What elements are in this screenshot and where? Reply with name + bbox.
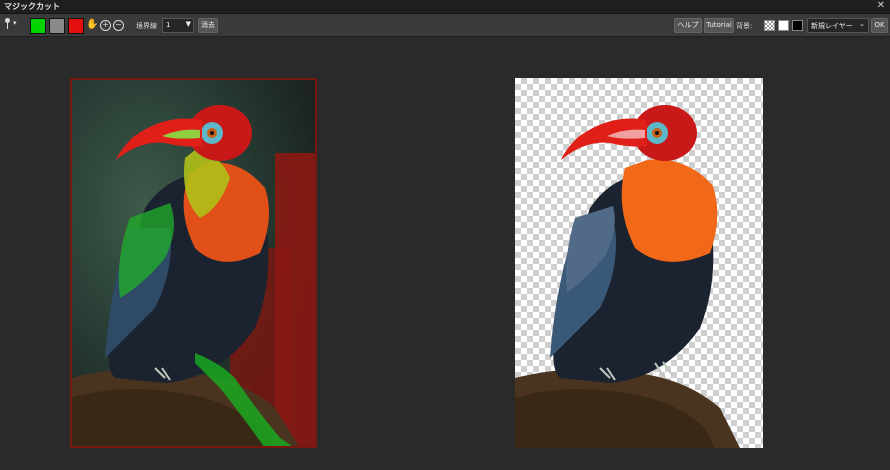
brush-tool-button[interactable]: ▾ (3, 17, 23, 33)
brush-width-select[interactable]: 1 ▼ (162, 18, 194, 33)
title-bar: マジックカット ✕ (0, 0, 890, 14)
background-white-swatch[interactable] (778, 20, 789, 31)
toucan-cutout-image (515, 105, 740, 448)
background-transparent-swatch[interactable] (764, 20, 775, 31)
background-black-swatch[interactable] (792, 20, 803, 31)
toolbar: ▾ ✋ + − 境界線 1 ▼ 消去 ヘルプ Tutorial 背景: 新規レイ… (0, 14, 890, 37)
background-label: 背景: (736, 22, 753, 30)
keep-color-swatch[interactable] (30, 18, 46, 34)
remove-color-swatch[interactable] (68, 18, 84, 34)
close-icon[interactable]: ✕ (877, 0, 885, 11)
canvas-frame (70, 78, 317, 448)
preview-canvas (515, 78, 763, 448)
help-button[interactable]: ヘルプ (674, 18, 702, 33)
output-layer-select[interactable]: 新規レイヤー ⌄ (807, 18, 869, 33)
neutral-color-swatch[interactable] (49, 18, 65, 34)
chevron-down-icon: ▾ (13, 19, 17, 27)
hand-icon[interactable]: ✋ (86, 18, 99, 31)
tutorial-button[interactable]: Tutorial (704, 18, 734, 33)
brush-width-label: 境界線 (136, 22, 157, 30)
chevron-down-icon: ⌄ (859, 20, 865, 28)
ok-button[interactable]: OK (871, 18, 888, 33)
dropdown-arrow-icon: ▼ (185, 20, 191, 28)
zoom-in-icon[interactable]: + (99, 18, 112, 31)
zoom-out-icon[interactable]: − (112, 18, 125, 31)
window-title: マジックカット (4, 2, 60, 11)
source-canvas[interactable] (70, 78, 317, 448)
clear-button[interactable]: 消去 (198, 18, 218, 33)
